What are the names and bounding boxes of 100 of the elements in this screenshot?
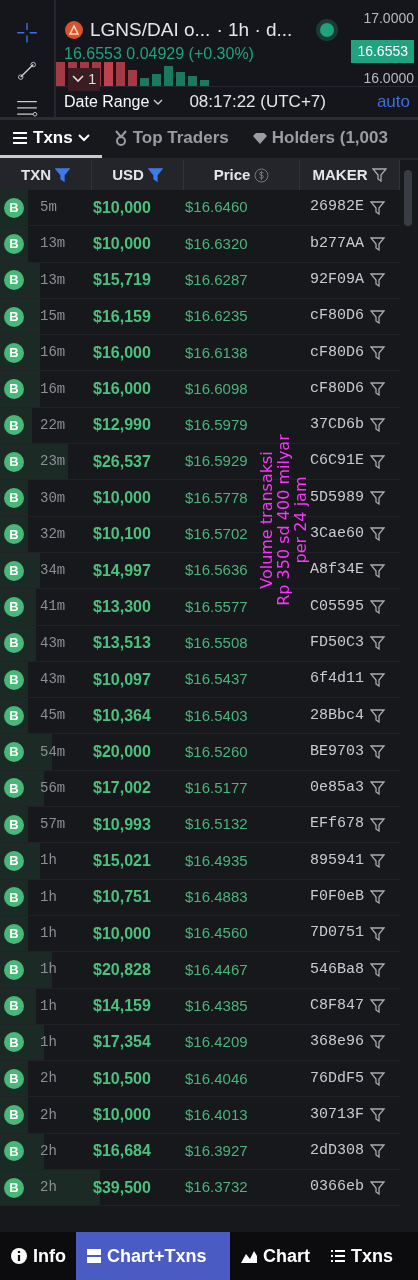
time-ago: 13m xyxy=(39,234,67,254)
maker-address[interactable]: 2dD308 xyxy=(310,1140,364,1163)
price-value: $16.4385 xyxy=(185,996,248,1014)
filter-icon[interactable] xyxy=(55,168,70,182)
filter-icon[interactable] xyxy=(370,599,385,614)
chart-bar xyxy=(116,62,125,86)
filter-icon[interactable] xyxy=(370,890,385,905)
usd-amount: $12,990 xyxy=(93,415,152,436)
nav-tab[interactable]: Txns xyxy=(320,1232,404,1280)
currency-toggle-icon[interactable] xyxy=(254,167,270,183)
price-value: $16.6320 xyxy=(185,234,248,252)
maker-address[interactable]: 895941 xyxy=(310,849,364,873)
maker-address[interactable]: 3Cae60 xyxy=(310,523,364,546)
maker-address[interactable]: BE9703 xyxy=(310,740,364,764)
filter-icon[interactable] xyxy=(370,382,385,397)
maker-address[interactable]: cF80D6 xyxy=(310,341,364,365)
maker-address[interactable]: 76DdF5 xyxy=(310,1067,364,1090)
trend-line-icon[interactable] xyxy=(16,61,38,82)
filter-icon[interactable] xyxy=(370,781,385,796)
filter-icon[interactable] xyxy=(370,454,385,469)
maker-address[interactable]: EFf678 xyxy=(310,813,364,836)
maker-address[interactable]: FD50C3 xyxy=(310,631,364,655)
maker-address[interactable]: cF80D6 xyxy=(310,305,364,328)
filter-icon[interactable] xyxy=(370,672,385,687)
filter-icon[interactable] xyxy=(370,636,385,651)
maker-address[interactable]: 37CD6b xyxy=(310,414,364,437)
maker-address[interactable]: A8f34E xyxy=(310,559,364,582)
filter-icon[interactable] xyxy=(370,1108,385,1123)
filter-icon[interactable] xyxy=(370,418,385,433)
chevron-down-icon[interactable] xyxy=(72,75,84,84)
maker-address[interactable]: 6f4d11 xyxy=(310,668,364,691)
price-value: $16.5577 xyxy=(185,597,248,615)
price-value: $16.3732 xyxy=(185,1178,248,1196)
maker-address[interactable]: F0F0eB xyxy=(310,886,364,909)
interval-label: · 1h · d... xyxy=(216,18,293,42)
filter-icon[interactable] xyxy=(370,200,385,215)
maker-address[interactable]: 5D5989 xyxy=(310,486,364,510)
menu-icon[interactable] xyxy=(15,99,39,117)
time-ago: 2h xyxy=(39,1069,58,1089)
maker-address[interactable]: C05595 xyxy=(310,595,364,619)
usd-amount: $10,000 xyxy=(93,488,152,508)
chart-bar xyxy=(56,62,65,86)
filter-icon[interactable] xyxy=(370,236,385,251)
tab[interactable]: Holders (1,003 xyxy=(240,120,400,158)
nav-tab[interactable]: Info xyxy=(0,1232,76,1280)
time-ago: 1h xyxy=(39,1032,58,1052)
maker-address[interactable]: 0e85a3 xyxy=(310,777,364,800)
maker-address[interactable]: cF80D6 xyxy=(310,377,364,401)
clock-time: 08:17:22 (UTC+7) xyxy=(189,91,326,114)
filter-icon[interactable] xyxy=(370,817,385,832)
price-value: $16.5403 xyxy=(185,706,248,724)
filter-icon[interactable] xyxy=(370,1071,385,1086)
maker-address[interactable]: 368e96 xyxy=(310,1031,364,1054)
maker-address[interactable]: 26982E xyxy=(310,196,364,219)
scrollbar[interactable] xyxy=(404,170,412,226)
date-range-dropdown[interactable]: Date Range xyxy=(64,90,164,115)
price-value: $16.6460 xyxy=(185,198,248,216)
filter-icon[interactable] xyxy=(370,345,385,360)
maker-address[interactable]: C6C91E xyxy=(310,450,364,473)
time-ago: 1h xyxy=(39,960,58,980)
filter-icon[interactable] xyxy=(370,273,385,288)
maker-address[interactable]: 546Ba8 xyxy=(310,958,364,982)
filter-icon[interactable] xyxy=(370,1035,385,1050)
maker-address[interactable]: b277AA xyxy=(310,232,364,256)
time-ago: 16m xyxy=(39,379,67,399)
chart-bar xyxy=(200,80,209,86)
filter-icon[interactable] xyxy=(370,563,385,578)
filter-icon[interactable] xyxy=(370,926,385,941)
maker-address[interactable]: 0366eb xyxy=(310,1176,364,1199)
nav-tab[interactable]: Chart+Txns xyxy=(76,1232,230,1280)
maker-address[interactable]: 7D0751 xyxy=(310,922,364,945)
price-value: $16.5508 xyxy=(185,633,248,651)
usd-amount: $15,719 xyxy=(93,270,152,291)
filter-icon[interactable] xyxy=(370,708,385,723)
time-ago: 57m xyxy=(39,815,67,835)
filter-icon[interactable] xyxy=(371,168,387,182)
time-ago: 45m xyxy=(39,706,67,726)
filter-icon[interactable] xyxy=(147,168,163,182)
price-value: $16.4467 xyxy=(185,960,248,978)
filter-icon[interactable] xyxy=(370,999,385,1014)
filter-icon[interactable] xyxy=(370,1144,385,1159)
filter-icon[interactable] xyxy=(370,491,385,505)
filter-icon[interactable] xyxy=(370,962,385,977)
filter-icon[interactable] xyxy=(370,1180,385,1195)
tab[interactable]: Top Traders xyxy=(101,120,241,158)
filter-icon[interactable] xyxy=(370,745,385,760)
maker-address[interactable]: 30713F xyxy=(310,1103,364,1127)
crosshair-icon[interactable] xyxy=(15,22,39,44)
info-icon xyxy=(10,1247,28,1265)
auto-scale-toggle[interactable]: auto xyxy=(376,89,410,115)
diamond-icon xyxy=(252,131,267,144)
maker-address[interactable]: 92F09A xyxy=(310,269,364,292)
filter-icon[interactable] xyxy=(370,854,385,868)
usd-amount: $10,364 xyxy=(93,705,152,726)
usd-amount: $20,000 xyxy=(93,742,152,763)
nav-tab[interactable]: Chart xyxy=(230,1232,320,1280)
filter-icon[interactable] xyxy=(370,527,385,542)
filter-icon[interactable] xyxy=(370,309,385,324)
maker-address[interactable]: 28Bbc4 xyxy=(310,704,364,728)
maker-address[interactable]: C8F847 xyxy=(310,994,364,1018)
